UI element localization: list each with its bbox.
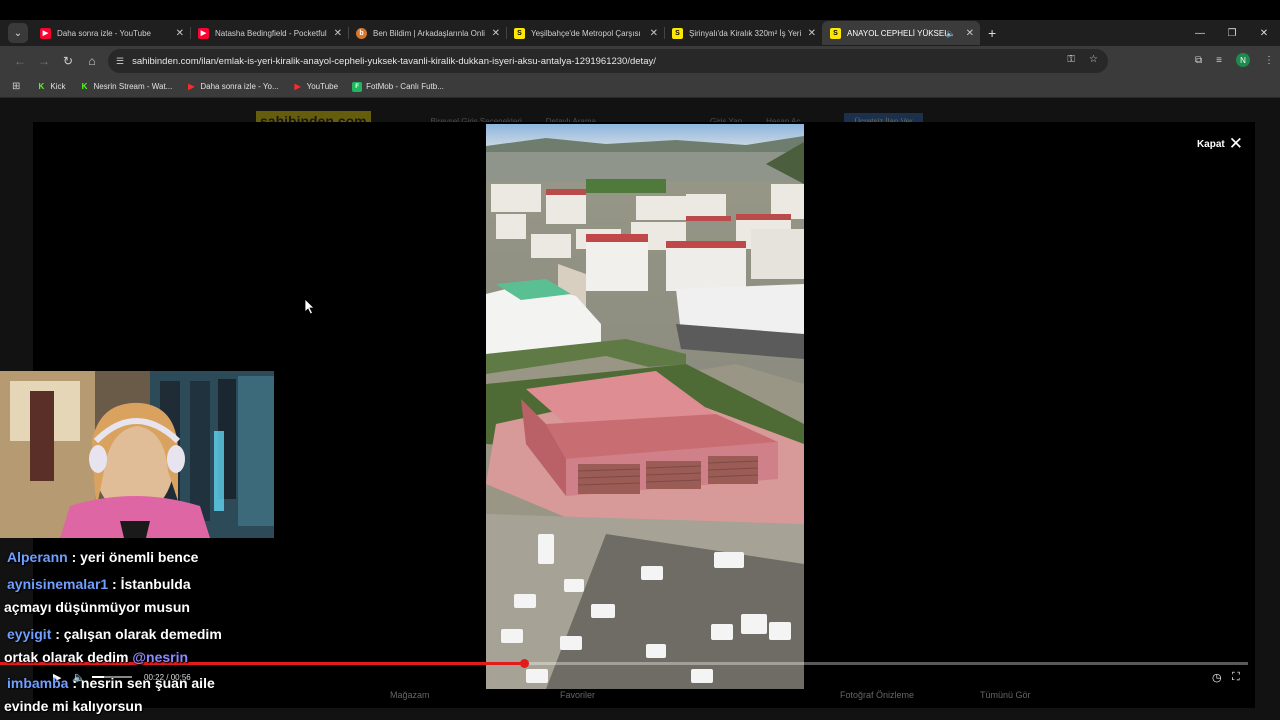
restore-icon[interactable]: ❐: [1216, 28, 1248, 39]
tab-title: Ben Bildim | Arkadaşlarınla Onli: [373, 28, 485, 38]
kick-icon: K: [81, 82, 88, 91]
sahibinden-icon: S: [514, 27, 525, 39]
tab-title: Yeşilbahçe'de Metropol Çarşısı: [531, 28, 641, 38]
fotmob-icon: F: [352, 81, 363, 92]
bookmark-youtube[interactable]: ▶ YouTube: [293, 82, 339, 92]
window-titlebar: [0, 0, 1280, 20]
bookmark-label: Nesrin Stream - Wat...: [93, 82, 173, 91]
tab-natasha[interactable]: ▶ Natasha Bedingfield - Pocketful ✕: [190, 21, 348, 45]
reload-icon[interactable]: ↻: [56, 54, 80, 68]
tab-ben-bildim[interactable]: b Ben Bildim | Arkadaşlarınla Onli ✕: [348, 21, 506, 45]
chat-message: aynisinemalar1 : İstanbulda açmayı düşün…: [4, 573, 264, 619]
site-info-icon[interactable]: ☰: [116, 56, 124, 67]
password-key-icon[interactable]: ⚿: [1067, 54, 1075, 65]
kick-icon: K: [38, 82, 45, 91]
benbildim-icon: b: [356, 27, 367, 39]
close-icon[interactable]: ✕: [492, 28, 500, 39]
tab-anayol-cepheli[interactable]: S ANAYOL CEPHELİ YÜKSEK T 🔈 ✕: [822, 21, 980, 45]
chat-message: Alperann : yeri önemli bence: [4, 546, 264, 569]
chat-message: imbamba : nesrin sen şuan aile evinde mi…: [4, 672, 264, 718]
fullscreen-icon[interactable]: ⛶: [1232, 669, 1240, 685]
bookmark-label: YouTube: [306, 82, 339, 91]
apps-grid-icon[interactable]: ⊞: [12, 81, 20, 92]
profile-avatar[interactable]: N: [1236, 53, 1250, 67]
tab-title: Natasha Bedingfield - Pocketful: [215, 28, 327, 38]
tab-yesilbahce[interactable]: S Yeşilbahçe'de Metropol Çarşısı ✕: [506, 21, 664, 45]
address-bar[interactable]: ☰ sahibinden.com/ilan/emlak-is-yeri-kira…: [108, 49, 1108, 73]
sahibinden-icon: S: [830, 27, 841, 39]
url-text[interactable]: sahibinden.com/ilan/emlak-is-yeri-kirali…: [132, 56, 656, 67]
close-icon[interactable]: ✕: [650, 28, 658, 39]
chat-text: : nesrin sen şuan aile: [68, 675, 215, 691]
media-control-icon[interactable]: ≡: [1216, 55, 1222, 66]
close-label: Kapat: [1196, 138, 1225, 150]
close-icon[interactable]: ✕: [808, 28, 816, 39]
chat-username[interactable]: aynisinemalar1: [7, 576, 108, 592]
footer-hint: Favoriler: [560, 690, 596, 700]
close-icon[interactable]: ✕: [176, 28, 184, 39]
bookmark-fotmob[interactable]: F FotMob - Canlı Futb...: [352, 81, 444, 92]
footer-hint: Fotoğraf Önizleme: [840, 690, 915, 700]
home-icon[interactable]: ⌂: [80, 54, 104, 68]
streamer-webcam: [0, 371, 274, 538]
tab-strip: ⌄ ▶ Daha sonra izle - YouTube ✕ ▶ Natash…: [0, 20, 1280, 46]
tab-title: ANAYOL CEPHELİ YÜKSEK T: [847, 28, 946, 38]
tab-title: Daha sonra izle - YouTube: [57, 28, 151, 38]
close-lightbox-button[interactable]: Kapat ✕: [1197, 134, 1243, 154]
menu-icon[interactable]: ⋮: [1264, 55, 1274, 66]
chat-text: : çalışan olarak demedim: [51, 626, 222, 642]
back-icon[interactable]: ←: [8, 54, 32, 68]
bookmark-label: Daha sonra izle - Yo...: [200, 82, 279, 91]
footer-hint: Tümünü Gör: [980, 690, 1031, 700]
speed-icon[interactable]: ◷: [1212, 669, 1222, 685]
tab-sirinyali[interactable]: S Şirinyalı'da Kiralık 320m² İş Yeri ✕: [664, 21, 822, 45]
screen: ⌄ ▶ Daha sonra izle - YouTube ✕ ▶ Natash…: [0, 0, 1280, 720]
chat-text: : yeri önemli bence: [67, 549, 199, 565]
forward-icon[interactable]: →: [32, 54, 56, 68]
footer-hint: Mağazam: [390, 690, 430, 700]
tab-title: Şirinyalı'da Kiralık 320m² İş Yeri: [689, 28, 802, 38]
extensions-icon[interactable]: ⧉: [1195, 55, 1202, 66]
close-icon[interactable]: ✕: [966, 28, 974, 39]
tab-daha-sonra-izle[interactable]: ▶ Daha sonra izle - YouTube ✕: [32, 21, 190, 45]
mouse-cursor-icon: [305, 299, 315, 315]
chat-text-continued: evinde mi kalıyorsun: [4, 698, 143, 714]
chat-username[interactable]: eyyigit: [7, 626, 51, 642]
close-icon[interactable]: ✕: [334, 28, 342, 39]
bookmark-kick[interactable]: K Kick: [36, 82, 66, 92]
listing-photo[interactable]: [486, 124, 804, 689]
close-icon: ✕: [1228, 134, 1243, 153]
aerial-building-image: [486, 124, 804, 689]
new-tab-icon[interactable]: +: [988, 25, 996, 41]
bookmarks-bar: ⊞ K Kick K Nesrin Stream - Wat... ▶ Daha…: [0, 76, 1280, 98]
chat-username[interactable]: Alperann: [7, 549, 68, 565]
browser-toolbar: ← → ↻ ⌂ ☰ sahibinden.com/ilan/emlak-is-y…: [0, 46, 1280, 76]
close-window-icon[interactable]: ✕: [1248, 28, 1280, 39]
bookmark-daha-sonra-izle[interactable]: ▶ Daha sonra izle - Yo...: [186, 82, 278, 92]
webcam-image: [0, 371, 274, 538]
chat-message: eyyigit : çalışan olarak demedim ortak o…: [4, 623, 264, 669]
chat-username[interactable]: imbamba: [7, 675, 68, 691]
chat-mention[interactable]: @nesrin: [132, 649, 188, 665]
youtube-icon: ▶: [198, 27, 209, 39]
chat-text: : İstanbulda: [108, 576, 191, 592]
tab-search-button[interactable]: ⌄: [8, 23, 28, 43]
youtube-icon: ▶: [294, 82, 301, 91]
chat-text-continued: ortak olarak dedim: [4, 649, 133, 665]
stream-chat: Alperann : yeri önemli bence aynisinemal…: [4, 546, 264, 718]
youtube-icon: ▶: [188, 82, 195, 91]
bookmark-nesrin-stream[interactable]: K Nesrin Stream - Wat...: [80, 82, 173, 92]
sahibinden-icon: S: [672, 27, 683, 39]
bookmark-label: Kick: [50, 82, 66, 91]
window-controls: — ❐ ✕: [1184, 20, 1280, 46]
youtube-icon: ▶: [40, 27, 51, 39]
bookmark-star-icon[interactable]: ☆: [1089, 54, 1098, 65]
speaker-icon[interactable]: 🔈: [946, 29, 956, 38]
chat-text-continued: açmayı düşünmüyor musun: [4, 599, 190, 615]
minimize-icon[interactable]: —: [1184, 28, 1216, 39]
bookmark-label: FotMob - Canlı Futb...: [366, 82, 444, 91]
